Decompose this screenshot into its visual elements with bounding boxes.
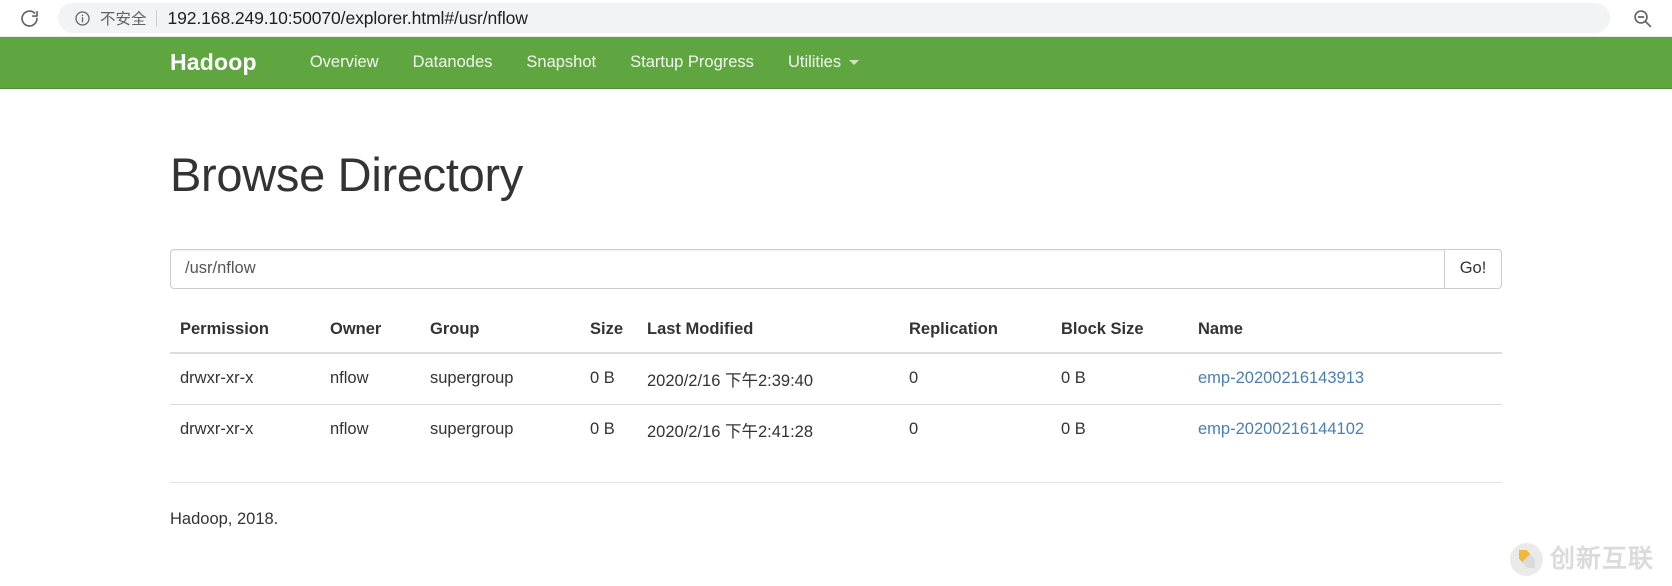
directory-link[interactable]: emp-20200216143913 <box>1198 369 1364 387</box>
zoom-out-button[interactable] <box>1626 2 1658 34</box>
watermark-text: 创新互联 <box>1549 545 1654 573</box>
cell-group: supergroup <box>430 369 514 388</box>
cell-replication: 0 <box>899 403 1051 455</box>
cell-group: supergroup <box>420 403 580 455</box>
path-form: Go! <box>170 248 1502 289</box>
footer-text: Hadoop, 2018. <box>170 509 279 528</box>
reload-icon <box>20 9 38 27</box>
directory-path-input[interactable] <box>170 248 1444 289</box>
column-header-owner: Owner <box>320 310 420 354</box>
cell-name: emp-20200216143913 <box>1188 353 1502 405</box>
zoom-out-icon <box>1633 9 1651 27</box>
column-header-replication: Replication <box>899 310 1051 354</box>
cell-block-size: 0 B <box>1051 403 1188 455</box>
cell-permission: drwxr-xr-x <box>180 369 254 388</box>
nav-item-startup-progress[interactable]: Startup Progress <box>613 37 771 88</box>
go-button[interactable]: Go! <box>1444 248 1502 289</box>
nav-item-label: Overview <box>309 53 379 71</box>
cell-permission: drwxr-xr-x <box>170 403 320 455</box>
nav-item-overview[interactable]: Overview <box>293 37 396 88</box>
directory-listing-table: Permission Owner Group Size Last Modifie… <box>170 310 1502 455</box>
url-text: 192.168.249.10:50070/explorer.html#/usr/… <box>167 7 528 28</box>
column-header-size: Size <box>580 310 637 354</box>
watermark: 创新互联 <box>1509 543 1654 576</box>
column-header-last-modified: Last Modified <box>637 310 899 354</box>
table-row: drwxr-xr-x nflow supergroup 0 B 2020/2/1… <box>170 353 1502 405</box>
cell-last-modified: 2020/2/16 下午2:39:40 <box>647 371 814 390</box>
nav-item-label: Snapshot <box>526 53 597 71</box>
cell-last-modified: 2020/2/16 下午2:41:28 <box>637 403 899 455</box>
column-header-name: Name <box>1188 310 1502 354</box>
omnibox-divider <box>155 9 157 27</box>
main-navbar: Hadoop Overview Datanodes Snapshot Start… <box>0 37 1672 89</box>
nav-item-label: Datanodes <box>412 53 493 71</box>
watermark-logo-icon <box>1509 543 1543 576</box>
navbar-brand[interactable]: Hadoop <box>170 37 273 88</box>
info-circle-icon[interactable] <box>74 10 91 27</box>
content-divider <box>170 481 1502 483</box>
cell-size: 0 B <box>580 403 637 455</box>
nav-item-datanodes[interactable]: Datanodes <box>396 37 510 88</box>
nav-item-snapshot[interactable]: Snapshot <box>509 37 613 88</box>
column-header-group: Group <box>420 310 580 354</box>
cell-name: emp-20200216144102 <box>1188 403 1502 455</box>
cell-replication: 0 <box>909 369 919 388</box>
security-status-label: 不安全 <box>100 11 147 28</box>
column-header-permission: Permission <box>170 310 320 354</box>
nav-item-label: Utilities <box>787 53 842 71</box>
table-header-row: Permission Owner Group Size Last Modifie… <box>170 310 1502 354</box>
nav-item-utilities[interactable]: Utilities <box>771 37 876 88</box>
page-container: Browse Directory Go! Permission Owner Gr… <box>0 149 1672 529</box>
nav-item-label: Startup Progress <box>630 53 754 71</box>
table-row: drwxr-xr-x nflow supergroup 0 B 2020/2/1… <box>170 403 1502 455</box>
cell-block-size: 0 B <box>1061 369 1086 388</box>
directory-link[interactable]: emp-20200216144102 <box>1198 420 1364 438</box>
page-title: Browse Directory <box>170 148 524 201</box>
cell-owner: nflow <box>330 369 369 388</box>
chevron-down-icon <box>849 60 860 65</box>
reload-button[interactable] <box>14 3 44 33</box>
cell-size: 0 B <box>590 369 615 388</box>
address-bar[interactable]: 不安全 192.168.249.10:50070/explorer.html#/… <box>58 3 1610 33</box>
cell-owner: nflow <box>320 403 420 455</box>
column-header-block-size: Block Size <box>1051 310 1188 354</box>
browser-toolbar: 不安全 192.168.249.10:50070/explorer.html#/… <box>0 0 1672 37</box>
